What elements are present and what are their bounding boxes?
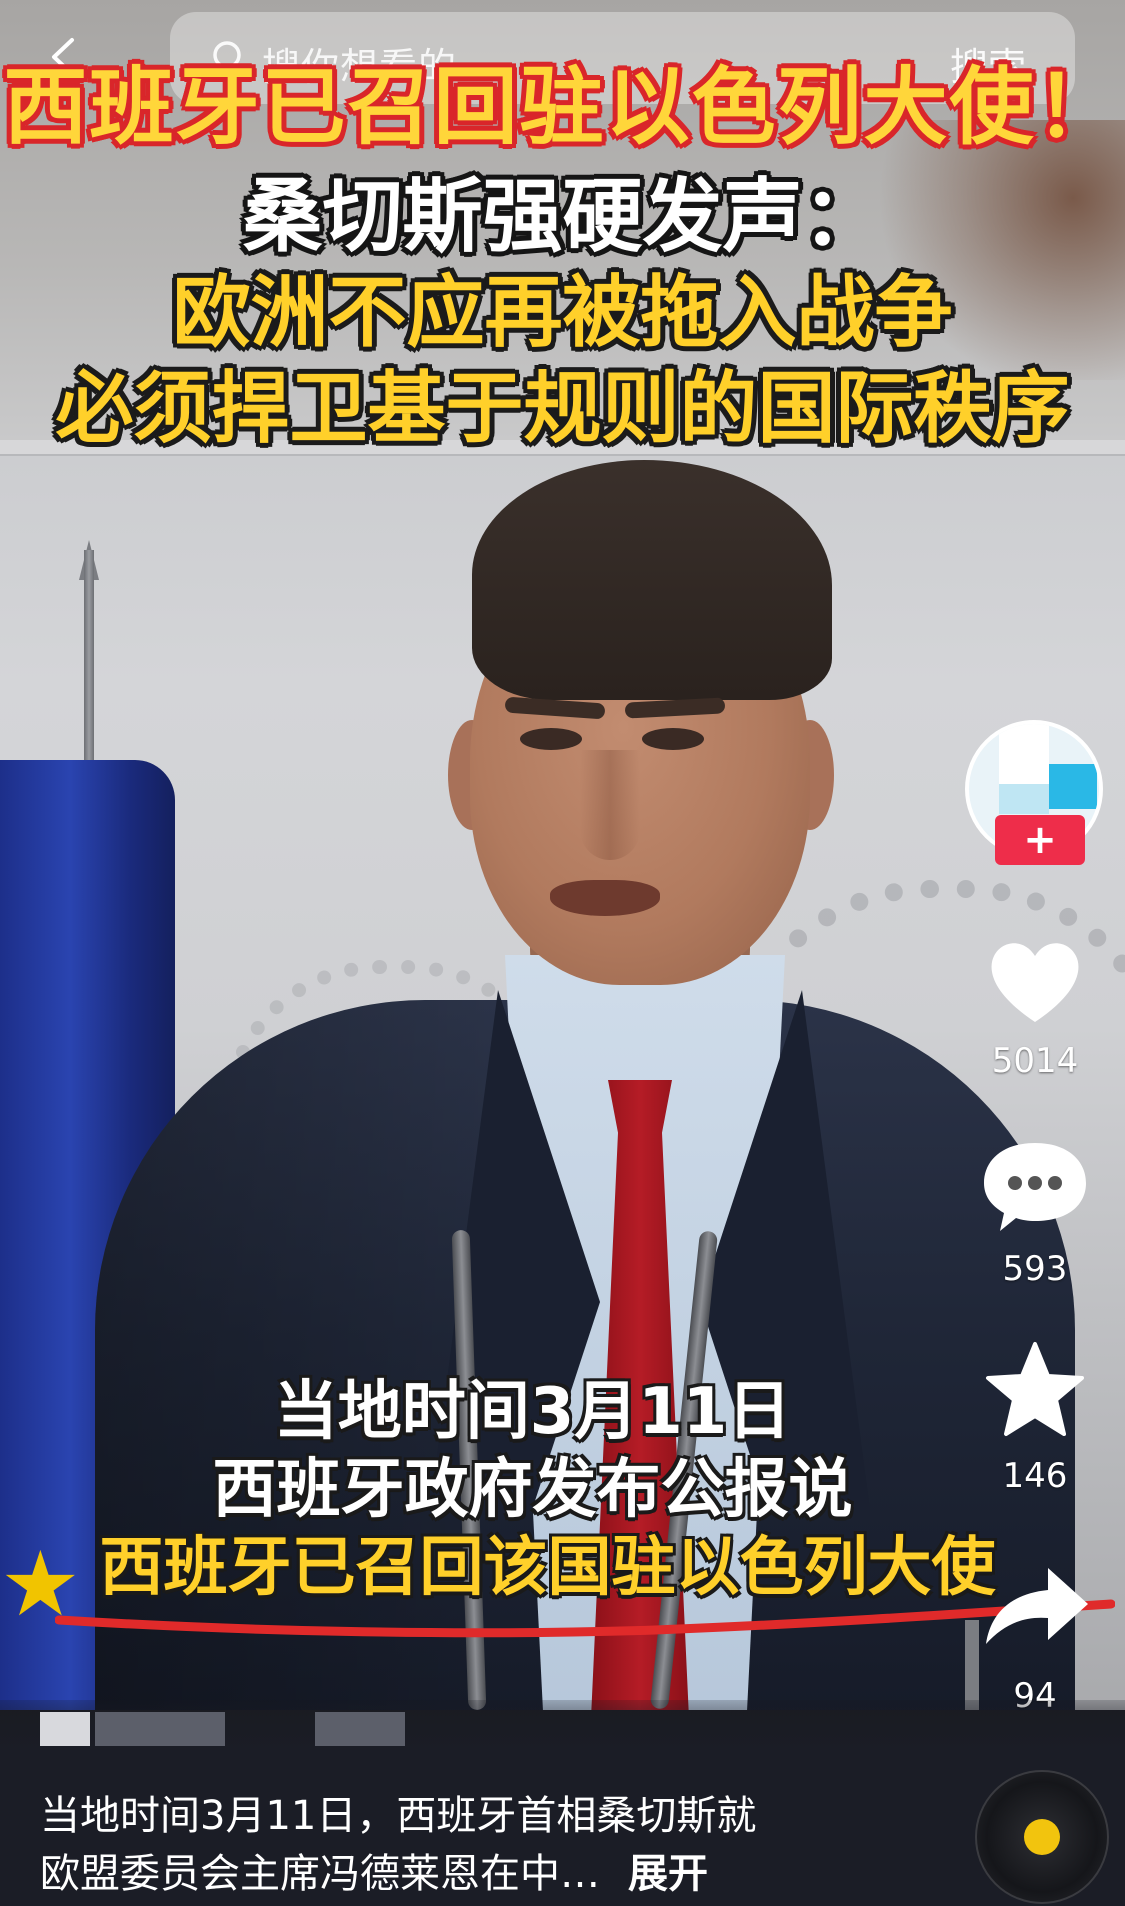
video-description-continued: 欧盟委员会主席冯德莱恩在中… 展开 <box>40 1841 708 1899</box>
comment-count: 593 <box>1002 1249 1068 1289</box>
speaker-mouth <box>550 880 660 916</box>
music-disc-center <box>1024 1819 1060 1855</box>
flagpole <box>84 550 94 770</box>
censor-block <box>95 1712 225 1746</box>
music-disc-icon[interactable] <box>975 1770 1109 1904</box>
video-description: 当地时间3月11日，西班牙首相桑切斯就 <box>40 1793 757 1839</box>
red-underline-annotation <box>55 1599 1115 1638</box>
speaker-eye-left <box>520 728 582 750</box>
expand-link[interactable]: 展开 <box>628 1851 708 1897</box>
avatar-pixel <box>999 724 1049 784</box>
headline-line-4: 必须捍卫基于规则的国际秩序 <box>55 364 1070 454</box>
avatar-pixel <box>1049 764 1097 809</box>
description-truncated-text: 欧盟委员会主席冯德莱恩在中… <box>40 1851 600 1897</box>
author-avatar-group[interactable]: + <box>965 720 1115 870</box>
share-arrow-icon[interactable] <box>960 1560 1110 1650</box>
avatar-pixel <box>999 784 1049 814</box>
speaker-nose <box>580 750 640 860</box>
favorite-count: 146 <box>1002 1456 1068 1496</box>
censor-block <box>40 1712 90 1746</box>
follow-button[interactable]: + <box>995 815 1085 865</box>
like-count: 5014 <box>991 1041 1079 1081</box>
speaker-hair <box>472 460 832 700</box>
censor-block <box>315 1712 405 1746</box>
author-name-censored[interactable] <box>40 1706 540 1750</box>
favorite-star-icon[interactable] <box>960 1340 1110 1440</box>
comment-bubble-icon[interactable] <box>960 1135 1110 1235</box>
like-heart-icon[interactable] <box>960 930 1110 1030</box>
speaker-eye-right <box>642 728 704 750</box>
headline-line-1: 西班牙已召回驻以色列大使！ <box>3 58 1122 156</box>
